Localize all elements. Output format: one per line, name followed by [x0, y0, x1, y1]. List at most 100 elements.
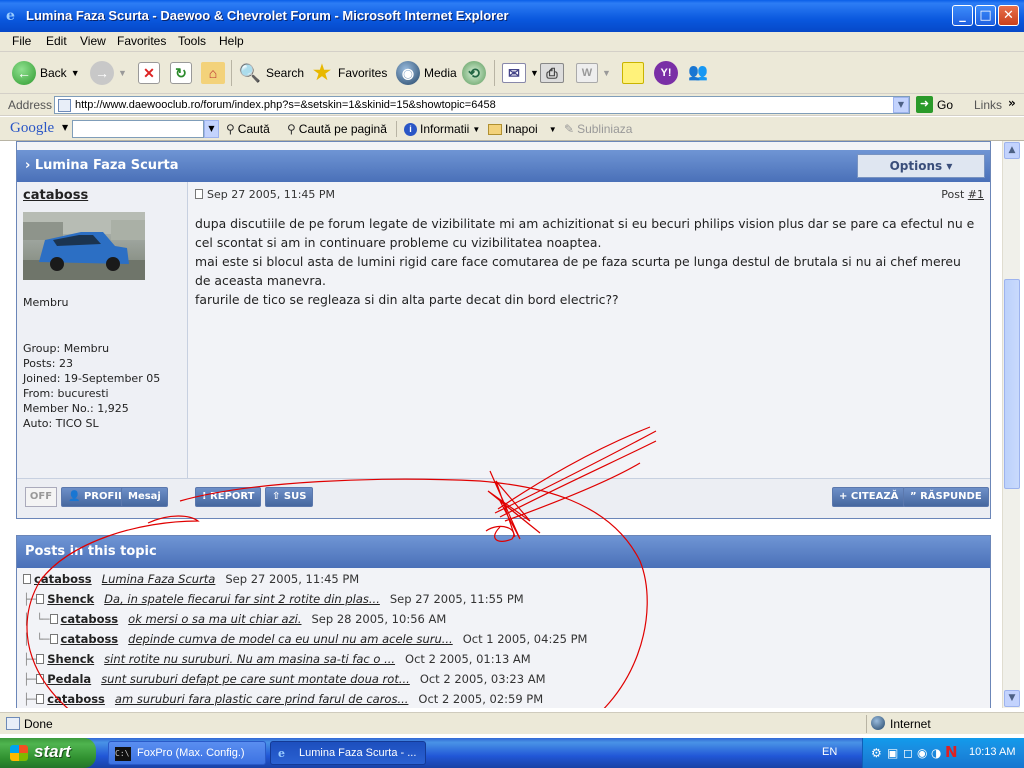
history-button[interactable]: ⟲ [462, 58, 486, 88]
edit-button[interactable]: W ▼ [576, 58, 611, 88]
page-content: › Lumina Faza Scurta Options ▾ cataboss … [0, 141, 1002, 708]
window-title: Lumina Faza Scurta - Daewoo & Chevrolet … [26, 8, 509, 23]
refresh-icon: ↻ [170, 62, 192, 84]
forward-arrow-icon: → [90, 61, 114, 85]
refresh-button[interactable]: ↻ [170, 58, 192, 88]
favorites-star-icon: ★ [313, 62, 331, 84]
msn-messenger-button[interactable]: 👥 [686, 58, 710, 88]
scroll-thumb[interactable] [1004, 279, 1020, 489]
language-indicator[interactable]: EN [822, 746, 837, 758]
back-label: Back [40, 66, 67, 80]
menu-view[interactable]: View [80, 34, 106, 48]
google-logo[interactable]: Google [10, 120, 54, 137]
tray-network-icon[interactable]: ⚙ [871, 746, 882, 760]
stop-icon: ✕ [138, 62, 160, 84]
toolbar-separator [231, 60, 232, 86]
google-menu-icon[interactable]: ▼ [62, 123, 68, 132]
go-label: Go [937, 97, 954, 112]
favorites-label: Favorites [338, 66, 388, 80]
close-button[interactable]: ✕ [998, 5, 1019, 26]
go-arrow-icon: ➜ [916, 96, 933, 113]
discuss-button[interactable] [622, 58, 644, 88]
address-dropdown-icon[interactable]: ▼ [893, 97, 909, 113]
history-clock-icon: ⟲ [462, 61, 486, 85]
toolbar-separator [494, 60, 495, 86]
google-toolbar: Google ▼ ▼ ⚲ Caută ⚲ Caută pe pagină i I… [0, 117, 1024, 141]
subliniaza-button[interactable]: ✎ Subliniaza [564, 122, 632, 136]
start-label: start [34, 742, 71, 761]
tray-drive-icon[interactable]: ◉ [917, 746, 927, 760]
go-button[interactable]: ➜ Go [916, 96, 953, 113]
inapoi-dropdown-icon: ▼ [548, 124, 557, 134]
informatii-dropdown-icon: ▼ [472, 124, 481, 134]
cauta-button[interactable]: ⚲ Caută [226, 122, 270, 136]
forward-dropdown-icon: ▼ [118, 68, 127, 78]
status-bar: Done Internet [0, 712, 1024, 734]
print-icon: ⎙ [540, 63, 564, 83]
mail-icon: ✉ [502, 63, 526, 83]
menu-help[interactable]: Help [219, 34, 244, 48]
taskbar-item-foxpro[interactable]: C:\ FoxPro (Max. Config.) [108, 741, 266, 765]
console-icon: C:\ [115, 747, 131, 761]
back-button[interactable]: ← Back ▼ [12, 58, 80, 88]
google-search-input[interactable] [72, 120, 204, 138]
vertical-scrollbar[interactable]: ▲ ▼ [1002, 141, 1020, 708]
ie-task-icon: e [278, 747, 285, 760]
system-tray: ⚙ ▣ ◻ ◉ ◑ N 10:13 AM [862, 738, 1024, 768]
search-button[interactable]: 🔍 Search [238, 58, 304, 88]
zone-label: Internet [890, 717, 931, 731]
start-button[interactable]: start [0, 738, 96, 768]
print-button[interactable]: ⎙ [540, 58, 564, 88]
tray-volume-icon[interactable]: ◑ [931, 746, 941, 760]
cauta-pe-pagina-button[interactable]: ⚲ Caută pe pagină [287, 122, 387, 136]
title-bar: e Lumina Faza Scurta - Daewoo & Chevrole… [0, 0, 1024, 32]
forward-button[interactable]: → ▼ [90, 58, 127, 88]
internet-globe-icon [871, 716, 885, 730]
scroll-up-icon[interactable]: ▲ [1004, 142, 1020, 159]
folder-up-icon [488, 123, 502, 135]
toolbar-separator [396, 121, 397, 137]
stop-button[interactable]: ✕ [138, 58, 160, 88]
word-edit-icon: W [576, 63, 598, 83]
menu-file[interactable]: File [12, 34, 31, 48]
mail-button[interactable]: ✉ ▼ [502, 58, 539, 88]
address-input[interactable]: http://www.daewooclub.ro/forum/index.php… [54, 96, 910, 114]
inapoi-label: Inapoi [505, 122, 538, 136]
home-button[interactable]: ⌂ [201, 58, 225, 88]
inapoi-button[interactable]: Inapoi ▼ [488, 122, 557, 136]
favorites-button[interactable]: ★ Favorites [310, 58, 387, 88]
media-label: Media [424, 66, 457, 80]
standard-toolbar: ← Back ▼ → ▼ ✕ ↻ ⌂ 🔍 Search ★ Favorites … [0, 52, 1024, 94]
ie-icon: e [6, 8, 15, 24]
links-chevron-icon[interactable]: » [1008, 96, 1016, 110]
task-label: Lumina Faza Scurta - ... [299, 747, 417, 759]
tray-display-icon[interactable]: ▣ [887, 746, 898, 760]
menu-favorites[interactable]: Favorites [117, 34, 166, 48]
cauta-label: Caută [237, 122, 270, 136]
back-dropdown-icon: ▼ [70, 68, 80, 78]
page-search-icon: ⚲ [287, 122, 296, 136]
menu-tools[interactable]: Tools [178, 34, 206, 48]
search-icon: 🔍 [238, 63, 262, 83]
status-text: Done [24, 717, 53, 731]
info-icon: i [404, 122, 417, 136]
maximize-button[interactable]: □ [975, 5, 996, 26]
messenger-yahoo-button[interactable]: Y! [654, 58, 678, 88]
menu-edit[interactable]: Edit [46, 34, 67, 48]
media-button[interactable]: ◉ Media [396, 58, 457, 88]
minimize-button[interactable]: _ [952, 5, 973, 26]
tray-n-icon[interactable]: N [945, 743, 958, 761]
menu-bar: File Edit View Favorites Tools Help ⊞ [0, 32, 1024, 84]
informatii-button[interactable]: i Informatii ▼ [404, 122, 480, 136]
scroll-down-icon[interactable]: ▼ [1004, 690, 1020, 707]
search-label: Search [266, 66, 305, 80]
links-label[interactable]: Links [974, 98, 1002, 112]
taskbar: start C:\ FoxPro (Max. Config.) e Lumina… [0, 738, 1024, 768]
google-search-dropdown-icon[interactable]: ▼ [204, 120, 219, 138]
address-label: Address [8, 98, 53, 112]
tray-monitor-icon[interactable]: ◻ [903, 746, 913, 760]
taskbar-item-ie[interactable]: e Lumina Faza Scurta - ... [270, 741, 426, 765]
yahoo-messenger-icon: Y! [654, 61, 678, 85]
windows-logo-icon [10, 745, 28, 761]
status-page-icon [6, 717, 20, 730]
